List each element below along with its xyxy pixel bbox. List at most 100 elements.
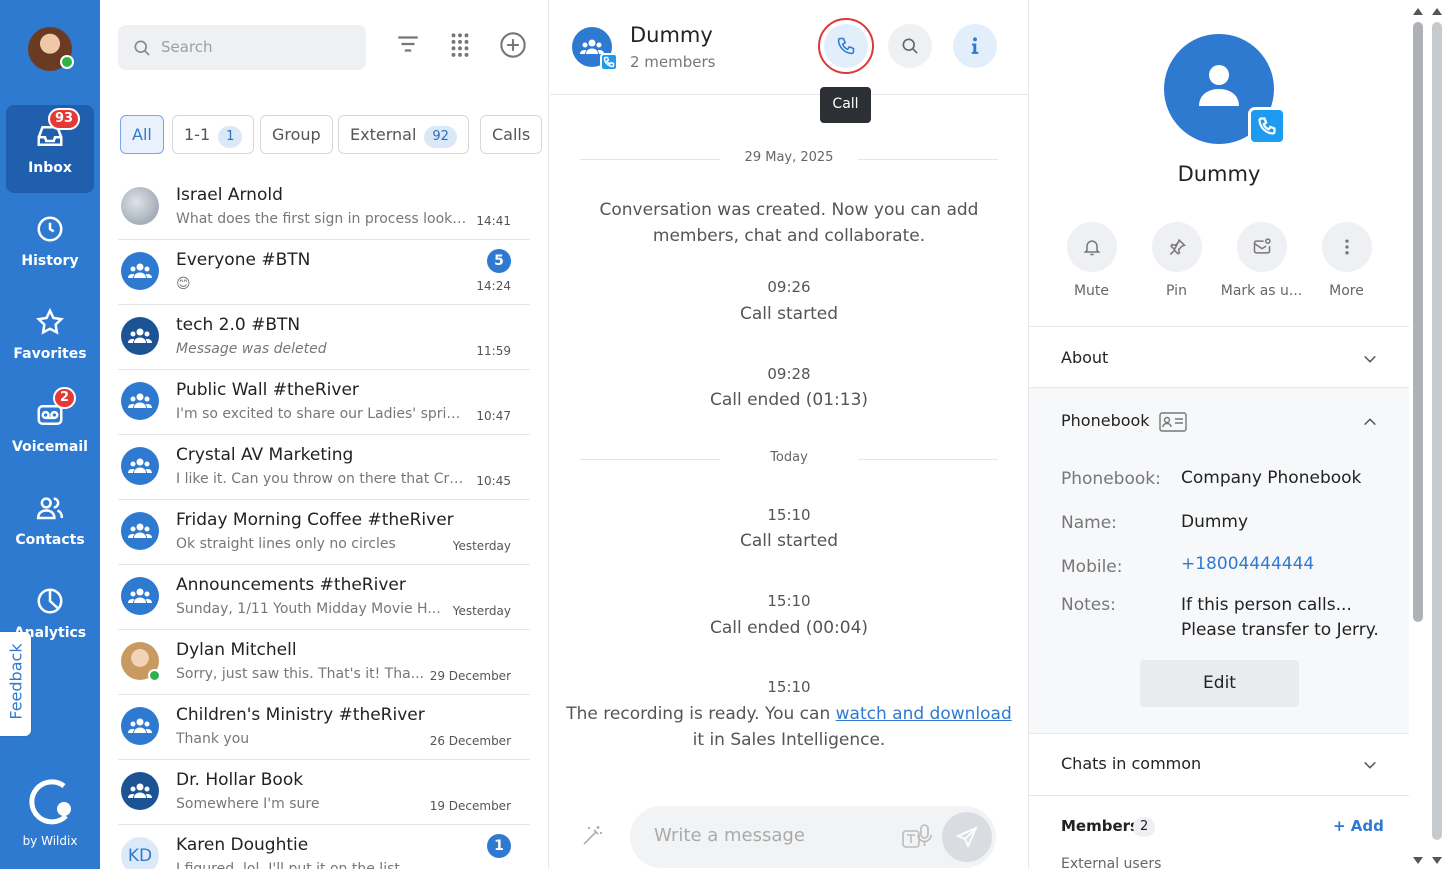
phone-badge-icon <box>1248 107 1286 145</box>
list-item[interactable]: Dr. Hollar Book Somewhere I'm sure 19 De… <box>118 760 530 825</box>
phonebook-title[interactable]: Phonebook <box>1061 411 1150 430</box>
search-chat-button[interactable] <box>888 24 932 68</box>
conversation-name: Friday Morning Coffee #theRiver <box>176 510 454 530</box>
magic-wand-icon[interactable] <box>580 824 604 848</box>
pin-button[interactable]: Pin <box>1134 222 1219 299</box>
conversation-name: Public Wall #theRiver <box>176 380 359 400</box>
filter-calls[interactable]: Calls <box>480 115 543 154</box>
online-status-icon <box>60 55 74 69</box>
list-item[interactable]: KD Karen Doughtie I figured, lol. I'll p… <box>118 825 530 869</box>
conversation-name: tech 2.0 #BTN <box>176 315 301 335</box>
conversation-preview: Message was deleted <box>176 341 327 357</box>
details-panel: Dummy Mute Pin Mark as u... More About P… <box>1028 0 1409 869</box>
pin-icon <box>1169 238 1186 256</box>
mute-button[interactable]: Mute <box>1049 222 1134 299</box>
filter-group[interactable]: Group <box>260 115 333 154</box>
info-button[interactable] <box>953 24 997 68</box>
scroll-up-icon <box>1413 8 1423 15</box>
pin-label: Pin <box>1166 283 1187 299</box>
list-item[interactable]: Friday Morning Coffee #theRiver Ok strai… <box>118 500 530 565</box>
chevron-down-icon <box>1364 355 1376 363</box>
mute-label: Mute <box>1073 283 1110 299</box>
edit-button[interactable]: Edit <box>1140 660 1299 707</box>
about-section[interactable]: About <box>1029 326 1409 387</box>
nav-item-contacts[interactable]: Contacts <box>6 477 94 565</box>
watch-and-download-link[interactable]: watch and download <box>836 704 1012 724</box>
group-avatar <box>121 252 159 290</box>
list-item[interactable]: Everyone #BTN 😊 5 14:24 <box>118 240 530 305</box>
speech-to-text-icon[interactable] <box>901 823 933 851</box>
list-item[interactable]: Public Wall #theRiver I'm so excited to … <box>118 370 530 435</box>
chat-panel: Dummy 2 members 29 May, 2025 Conversatio… <box>550 0 1028 869</box>
search-icon <box>134 40 150 56</box>
search-input[interactable]: Search <box>118 25 366 70</box>
nav-item-voicemail[interactable]: 2 Voicemail <box>6 384 94 472</box>
apps-grid-icon[interactable] <box>447 31 473 57</box>
scrollbar-thumb[interactable] <box>1413 22 1423 622</box>
conversation-time: 10:45 <box>476 474 511 488</box>
conversation-time: 14:41 <box>476 214 511 228</box>
group-icon <box>128 458 152 473</box>
message-input[interactable]: Write a message <box>630 806 996 868</box>
mobile-label: Mobile: <box>1061 557 1123 577</box>
mark-as-unread-label: Mark as u... <box>1220 283 1303 299</box>
list-item[interactable]: Children's Ministry #theRiver Thank you … <box>118 695 530 760</box>
outer-scroll-up-icon <box>1432 8 1442 15</box>
scroll-down-icon <box>1413 857 1423 864</box>
conversation-name: Everyone #BTN <box>176 250 311 270</box>
call-button[interactable] <box>818 18 874 74</box>
nav-label-history: History <box>21 253 79 269</box>
outer-scrollbar-thumb[interactable] <box>1432 22 1442 840</box>
nav-item-history[interactable]: History <box>6 198 94 286</box>
mobile-number-link[interactable]: +18004444444 <box>1181 552 1314 577</box>
more-icon <box>1344 239 1349 255</box>
star-icon <box>36 307 64 335</box>
mark-as-unread-button[interactable]: Mark as u... <box>1219 222 1304 299</box>
contact-card-icon <box>1159 412 1187 432</box>
list-item[interactable]: Israel Arnold What does the first sign i… <box>118 175 530 240</box>
filter-all[interactable]: All <box>120 115 164 154</box>
list-item[interactable]: Crystal AV Marketing I like it. Can you … <box>118 435 530 500</box>
add-member-button[interactable]: + Add <box>1333 817 1384 835</box>
filter-external[interactable]: External 92 <box>338 115 469 154</box>
nav-item-favorites[interactable]: Favorites <box>6 291 94 379</box>
clock-icon <box>37 216 63 242</box>
nav-item-inbox[interactable]: 93 Inbox <box>6 105 94 193</box>
conversation-time: Yesterday <box>452 604 511 618</box>
send-button[interactable] <box>942 812 992 862</box>
list-item[interactable]: Dylan Mitchell Sorry, just saw this. Tha… <box>118 630 530 695</box>
user-avatar[interactable] <box>28 27 74 71</box>
list-item[interactable]: tech 2.0 #BTN Message was deleted 11:59 <box>118 305 530 370</box>
conversation-name: Dylan Mitchell <box>176 640 297 660</box>
chats-in-common-section[interactable]: Chats in common <box>1029 733 1409 795</box>
list-item[interactable]: Announcements #theRiver Sunday, 1/11 You… <box>118 565 530 630</box>
call-tooltip: Call <box>820 87 871 123</box>
avatar <box>121 187 159 225</box>
conversation-preview: I figured, lol. I'll put it on the list. <box>176 861 405 869</box>
more-button[interactable]: More <box>1304 222 1389 299</box>
group-icon <box>128 783 152 798</box>
bell-icon <box>1083 240 1100 256</box>
notes-line: Please transfer to Jerry. <box>1181 620 1379 640</box>
filter-one-to-one[interactable]: 1-1 1 <box>172 115 255 154</box>
send-icon <box>955 826 978 849</box>
add-circle-icon[interactable] <box>499 31 527 59</box>
chat-members-count[interactable]: 2 members <box>630 53 716 71</box>
details-scrollbar[interactable] <box>1410 0 1447 869</box>
event-text: Call ended (00:04) <box>709 618 869 638</box>
wildix-logo-icon <box>29 779 71 825</box>
nav-label-inbox: Inbox <box>28 160 72 176</box>
chat-title: Dummy <box>630 23 713 47</box>
group-icon <box>128 718 152 733</box>
conversation-preview: 😊 <box>176 276 191 292</box>
group-icon <box>128 263 152 278</box>
group-avatar <box>121 577 159 615</box>
feedback-tab[interactable]: Feedback <box>0 632 31 736</box>
chevron-up-icon[interactable] <box>1362 414 1378 430</box>
phonebook-label: Phonebook: <box>1061 469 1161 489</box>
group-avatar <box>121 382 159 420</box>
filter-one-to-one-count: 1 <box>218 126 243 148</box>
filter-icon[interactable] <box>395 31 421 57</box>
conversation-name: Dr. Hollar Book <box>176 770 304 790</box>
filter-calls-label: Calls <box>492 125 531 144</box>
